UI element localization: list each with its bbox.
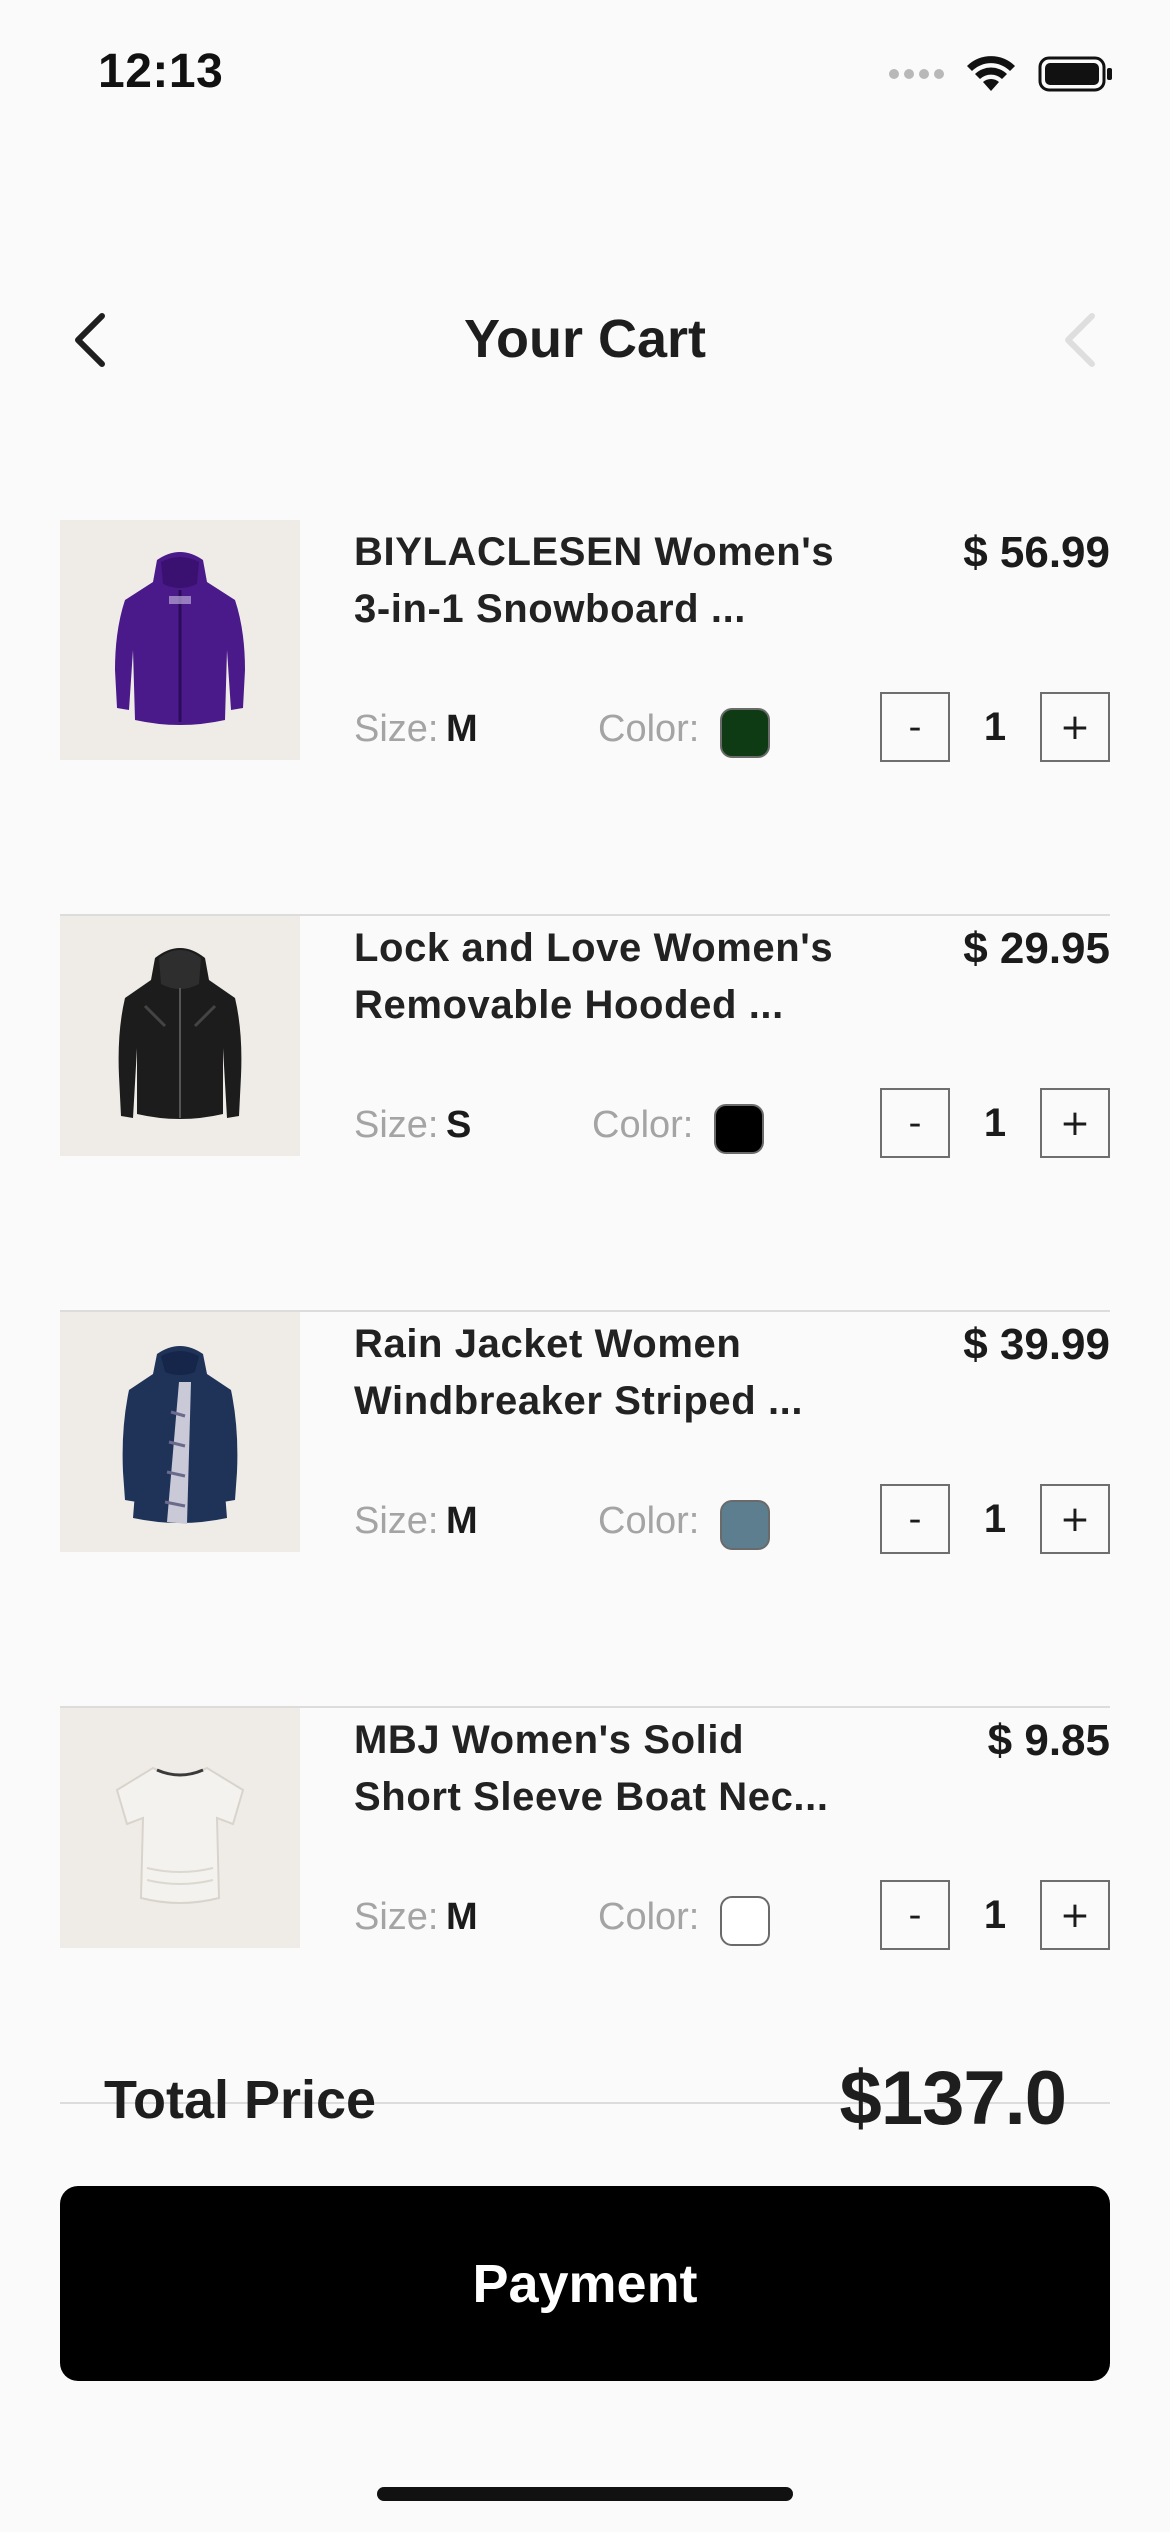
item-name[interactable]: Lock and Love Women's Removable Hooded .… (354, 920, 874, 1034)
battery-icon (1038, 56, 1112, 92)
item-name[interactable]: BIYLACLESEN Women's 3-in-1 Snowboard ... (354, 524, 874, 638)
color-swatch (720, 708, 770, 758)
status-time: 12:13 (98, 45, 224, 98)
status-bar: 12:13 (0, 0, 1170, 150)
size-value: M (446, 1896, 478, 1938)
payment-button[interactable]: Payment (60, 2186, 1110, 2381)
quantity-stepper: - 1 + (880, 1484, 1110, 1554)
cart-item[interactable]: MBJ Women's Solid Short Sleeve Boat Nec.… (60, 1708, 1110, 2104)
item-price: $ 56.99 (963, 528, 1110, 577)
cart-item[interactable]: Lock and Love Women's Removable Hooded .… (60, 916, 1110, 1312)
quantity-value: 1 (983, 1892, 1007, 1937)
color-label: Color: (598, 708, 700, 750)
wifi-icon (967, 56, 1015, 91)
increase-quantity-button[interactable]: + (1040, 692, 1110, 762)
increase-quantity-button[interactable]: + (1040, 1484, 1110, 1554)
item-name[interactable]: Rain Jacket Women Windbreaker Striped ..… (354, 1316, 874, 1430)
color-swatch (714, 1104, 764, 1154)
product-image[interactable] (60, 916, 300, 1156)
color-label: Color: (592, 1104, 694, 1146)
decrease-quantity-button[interactable]: - (880, 692, 950, 762)
navy-raincoat-icon (122, 1346, 238, 1524)
color-label: Color: (598, 1500, 700, 1542)
product-image[interactable] (60, 1312, 300, 1552)
quantity-value: 1 (983, 704, 1007, 749)
cart-item[interactable]: BIYLACLESEN Women's 3-in-1 Snowboard ...… (60, 520, 1110, 916)
total-label: Total Price (104, 2070, 377, 2130)
black-leather-jacket-icon (118, 948, 242, 1119)
cart-list: BIYLACLESEN Women's 3-in-1 Snowboard ...… (60, 520, 1110, 2104)
quantity-stepper: - 1 + (880, 1880, 1110, 1950)
item-price: $ 9.85 (987, 1716, 1110, 1765)
status-icons (889, 52, 1114, 96)
decrease-quantity-button[interactable]: - (880, 1880, 950, 1950)
decrease-quantity-button[interactable]: - (880, 1088, 950, 1158)
page-title: Your Cart (463, 309, 707, 369)
home-indicator (377, 2487, 793, 2501)
quantity-stepper: - 1 + (880, 1088, 1110, 1158)
item-price: $ 29.95 (963, 924, 1110, 973)
color-swatch (720, 1500, 770, 1550)
size-label: Size: (354, 1104, 439, 1146)
color-swatch (720, 1896, 770, 1946)
header: Your Cart (0, 290, 1170, 390)
total-row: Total Price $137.0 (104, 2055, 1067, 2145)
quantity-stepper: - 1 + (880, 692, 1110, 762)
quantity-value: 1 (983, 1496, 1007, 1541)
signal-icon (889, 69, 944, 79)
chevron-left-icon (1065, 313, 1095, 367)
size-value: M (446, 1500, 478, 1542)
item-name[interactable]: MBJ Women's Solid Short Sleeve Boat Nec.… (354, 1712, 874, 1826)
total-value: $137.0 (839, 2056, 1067, 2141)
increase-quantity-button[interactable]: + (1040, 1880, 1110, 1950)
size-label: Size: (354, 1500, 439, 1542)
size-label: Size: (354, 1896, 439, 1938)
size-value: M (446, 708, 478, 750)
decrease-quantity-button[interactable]: - (880, 1484, 950, 1554)
size-label: Size: (354, 708, 439, 750)
size-value: S (446, 1104, 472, 1146)
color-label: Color: (598, 1896, 700, 1938)
purple-jacket-icon (115, 552, 245, 725)
item-price: $ 39.99 (963, 1320, 1110, 1369)
cart-item[interactable]: Rain Jacket Women Windbreaker Striped ..… (60, 1312, 1110, 1708)
product-image[interactable] (60, 520, 300, 760)
product-image[interactable] (60, 1708, 300, 1948)
quantity-value: 1 (983, 1100, 1007, 1145)
hidden-forward-button (1050, 308, 1110, 372)
white-tshirt-icon (115, 1766, 245, 1904)
increase-quantity-button[interactable]: + (1040, 1088, 1110, 1158)
